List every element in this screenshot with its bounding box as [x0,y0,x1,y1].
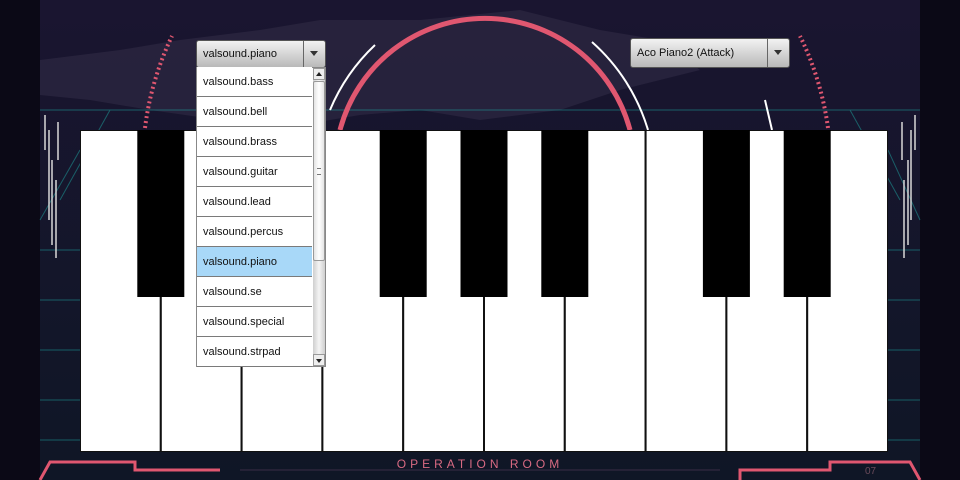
page-number: 07 [865,466,877,477]
category-list-item[interactable]: valsound.percus [197,217,312,247]
scrollbar-thumb[interactable] [313,81,325,261]
scroll-up-icon[interactable] [313,68,325,80]
chevron-down-icon[interactable] [767,39,789,67]
category-list-item[interactable]: valsound.bell [197,97,312,127]
category-list-item[interactable]: valsound.brass [197,127,312,157]
category-list-item[interactable]: valsound.bass [197,67,312,97]
category-list-item[interactable]: valsound.se [197,277,312,307]
scrollbar-grip-icon [317,168,321,175]
voice-dropdown[interactable]: Aco Piano2 (Attack) [630,38,790,68]
black-key[interactable] [137,130,185,297]
category-list-item[interactable]: valsound.lead [197,187,312,217]
list-scrollbar[interactable] [313,68,325,366]
footer-title: OPERATION ROOM [396,457,564,471]
category-list-item[interactable]: valsound.special [197,307,312,337]
voice-dropdown-value: Aco Piano2 (Attack) [637,47,735,59]
category-dropdown[interactable]: valsound.piano [196,40,326,68]
black-key[interactable] [541,130,589,297]
category-dropdown-value: valsound.piano [203,48,278,60]
black-key[interactable] [702,130,750,297]
category-dropdown-list[interactable]: valsound.bass valsound.bell valsound.brass… [196,67,326,367]
category-list-item[interactable]: valsound.piano [197,247,312,277]
category-list-item[interactable]: valsound.guitar [197,157,312,187]
black-key[interactable] [783,130,831,297]
black-key[interactable] [460,130,508,297]
scroll-down-icon[interactable] [313,354,325,366]
category-list-item[interactable]: valsound.strpad [197,337,312,367]
black-key[interactable] [379,130,427,297]
chevron-down-icon[interactable] [303,41,325,67]
